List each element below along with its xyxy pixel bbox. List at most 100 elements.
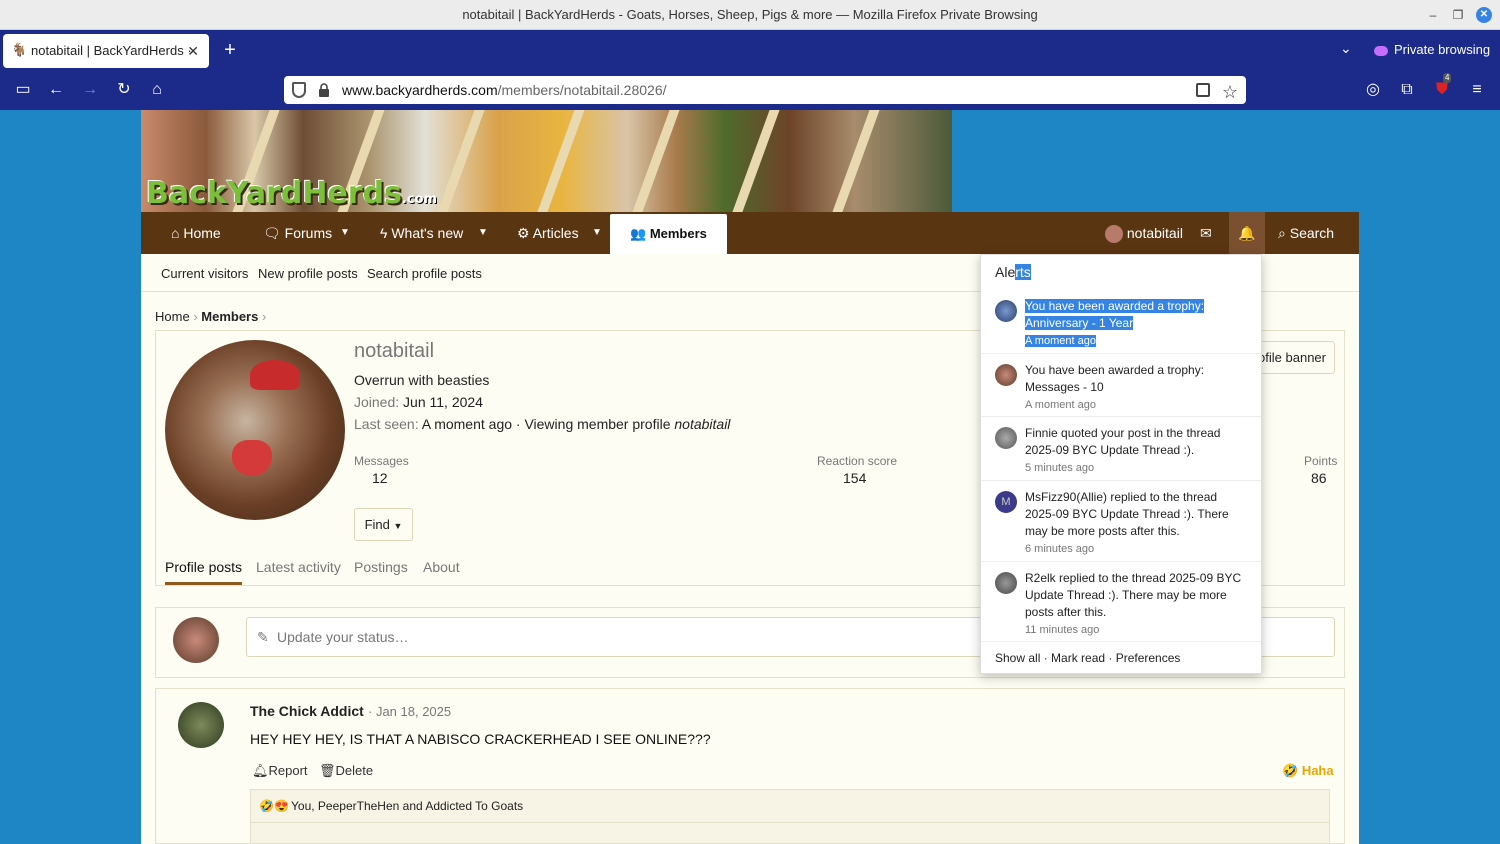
- trash-icon: 🗑︎: [319, 763, 336, 778]
- home-icon: ⌂: [171, 225, 180, 241]
- breadcrumb-members[interactable]: Members: [201, 309, 258, 324]
- bookmark-star-icon[interactable]: ☆: [1222, 78, 1238, 106]
- tab-about[interactable]: About: [423, 559, 460, 575]
- alert-item[interactable]: Finnie quoted your post in the thread 20…: [981, 417, 1261, 481]
- nav-forums[interactable]: 🗨 Forums: [263, 212, 332, 254]
- alerts-title: Alerts: [995, 264, 1031, 280]
- find-button[interactable]: Find ▼: [354, 508, 413, 541]
- nav-articles-label: Articles: [532, 225, 579, 241]
- joined-label: Joined:: [354, 394, 400, 410]
- nav-home-label: Home: [183, 225, 221, 241]
- find-label: Find: [364, 517, 390, 532]
- url-host: www.backyardherds.com: [342, 82, 498, 98]
- account-icon[interactable]: ◎: [1362, 79, 1384, 101]
- delete-button[interactable]: 🗑︎Delete: [319, 763, 373, 779]
- nav-members[interactable]: 👥 Members: [610, 214, 727, 254]
- reply-row[interactable]: [250, 823, 1330, 844]
- alert-item[interactable]: You have been awarded a trophy: Annivers…: [981, 290, 1261, 354]
- avatar-comb-shape: [250, 360, 300, 390]
- alert-avatar: [995, 427, 1017, 449]
- close-window-icon[interactable]: ✕: [1476, 7, 1492, 23]
- forums-dropdown-icon[interactable]: ▼: [340, 212, 350, 254]
- nav-user[interactable]: notabitail: [1105, 212, 1183, 254]
- minimize-icon[interactable]: –: [1425, 7, 1441, 23]
- status-avatar[interactable]: [173, 617, 219, 663]
- breadcrumb-home[interactable]: Home: [155, 309, 190, 324]
- alerts-footer-links[interactable]: Show all · Mark read · Preferences: [995, 651, 1180, 665]
- last-seen-label: Last seen:: [354, 416, 419, 432]
- alert-avatar: M: [995, 491, 1017, 513]
- tab-close-icon[interactable]: ✕: [187, 34, 199, 68]
- status-placeholder: Update your status…: [277, 629, 409, 645]
- alert-line: may be more posts after this.: [1025, 524, 1180, 538]
- maximize-icon[interactable]: ❐: [1450, 7, 1466, 23]
- whats-new-dropdown-icon[interactable]: ▼: [478, 212, 488, 254]
- nav-search[interactable]: ⌕ Search: [1278, 212, 1334, 254]
- post-author[interactable]: The Chick Addict: [250, 703, 364, 719]
- chat-icon: 🗨: [263, 225, 281, 241]
- menu-icon[interactable]: ≡: [1466, 79, 1488, 101]
- private-browsing-indicator: Private browsing: [1374, 40, 1490, 60]
- report-button[interactable]: 🔔︎Report: [252, 763, 308, 779]
- nav-search-label: Search: [1289, 225, 1335, 241]
- points-value[interactable]: 86: [1311, 470, 1327, 486]
- reactions-bar[interactable]: 🤣😍 You, PeeperTheHen and Addicted To Goat…: [250, 789, 1330, 823]
- nav-whats-new[interactable]: ϟ What's new: [380, 212, 463, 254]
- alert-avatar: [995, 300, 1017, 322]
- tab-title: notabitail | BackYardHerds ·: [31, 43, 192, 58]
- articles-dropdown-icon[interactable]: ▼: [592, 212, 602, 254]
- new-tab-icon[interactable]: +: [220, 38, 240, 62]
- alert-line: Finnie quoted your post in the thread: [1025, 426, 1221, 440]
- alerts-title-b: rts: [1015, 264, 1031, 280]
- inbox-icon[interactable]: ✉: [1200, 212, 1212, 254]
- alert-item[interactable]: R2elk replied to the thread 2025-09 BYC …: [981, 562, 1261, 642]
- profile-last-seen: Last seen: A moment ago · Viewing member…: [354, 416, 730, 432]
- home-icon[interactable]: ⌂: [146, 79, 168, 101]
- post-author-avatar[interactable]: [178, 702, 224, 748]
- tracking-shield-icon[interactable]: [292, 82, 306, 98]
- tab-profile-posts[interactable]: Profile posts: [165, 559, 243, 585]
- logo-suffix: .com: [401, 192, 438, 207]
- sidebar-icon[interactable]: ▭: [12, 79, 34, 101]
- site-logo[interactable]: BackYardHerds.com: [146, 176, 437, 211]
- alert-line: You have been awarded a trophy:: [1025, 299, 1205, 313]
- messages-label: Messages: [354, 454, 409, 468]
- post-date[interactable]: · Jan 18, 2025: [368, 704, 451, 719]
- alert-avatar: [995, 364, 1017, 386]
- browser-tab[interactable]: 🐐 notabitail | BackYardHerds · ✕: [3, 34, 209, 68]
- alert-line: 2025-09 BYC Update Thread :).: [1025, 443, 1195, 457]
- lock-icon[interactable]: [318, 83, 330, 97]
- nav-articles[interactable]: ⚙ Articles: [517, 212, 579, 254]
- alert-item[interactable]: You have been awarded a trophy: Messages…: [981, 354, 1261, 417]
- forward-icon[interactable]: →: [79, 79, 101, 101]
- subnav-current-visitors[interactable]: Current visitors: [161, 266, 248, 281]
- reader-view-icon[interactable]: [1196, 83, 1210, 97]
- subnav-search-profile-posts[interactable]: Search profile posts: [367, 266, 482, 281]
- subnav-new-profile-posts[interactable]: New profile posts: [258, 266, 358, 281]
- tab-list-chevron-icon[interactable]: ⌄: [1340, 40, 1352, 57]
- alerts-bell-icon[interactable]: 🔔: [1229, 212, 1265, 254]
- users-icon: 👥: [630, 226, 647, 241]
- profile-username: notabitail: [354, 340, 435, 362]
- nav-home[interactable]: ⌂ Home: [171, 212, 221, 254]
- tab-latest-activity[interactable]: Latest activity: [256, 559, 341, 575]
- reload-icon[interactable]: ↻: [113, 79, 135, 101]
- reaction-value[interactable]: 154: [843, 470, 866, 486]
- back-icon[interactable]: ←: [45, 79, 67, 101]
- reaction-button[interactable]: 🤣 Haha: [1282, 763, 1334, 779]
- post-text: HEY HEY HEY, IS THAT A NABISCO CRACKERHE…: [250, 731, 711, 747]
- delete-label: Delete: [335, 763, 374, 778]
- alerts-title-a: Ale: [995, 264, 1016, 280]
- alert-item[interactable]: M MsFizz90(Allie) replied to the thread …: [981, 481, 1261, 562]
- edit-profile-banner-button[interactable]: ofile banner: [1250, 341, 1335, 374]
- ublock-icon[interactable]: ⛊ 4: [1431, 73, 1453, 101]
- user-avatar-icon: [1105, 225, 1123, 244]
- window-title: notabitail | BackYardHerds - Goats, Hors…: [462, 7, 1038, 22]
- logo-text: BackYardHerds: [146, 176, 402, 211]
- reaction-label: Reaction score: [817, 454, 898, 468]
- messages-value[interactable]: 12: [372, 470, 388, 486]
- tab-postings[interactable]: Postings: [354, 559, 408, 575]
- laugh-emoji-icon: 🤣: [1282, 763, 1299, 778]
- url-bar[interactable]: www.backyardherds.com/members/notabitail…: [284, 76, 1246, 104]
- extensions-icon[interactable]: ⧉: [1396, 79, 1418, 101]
